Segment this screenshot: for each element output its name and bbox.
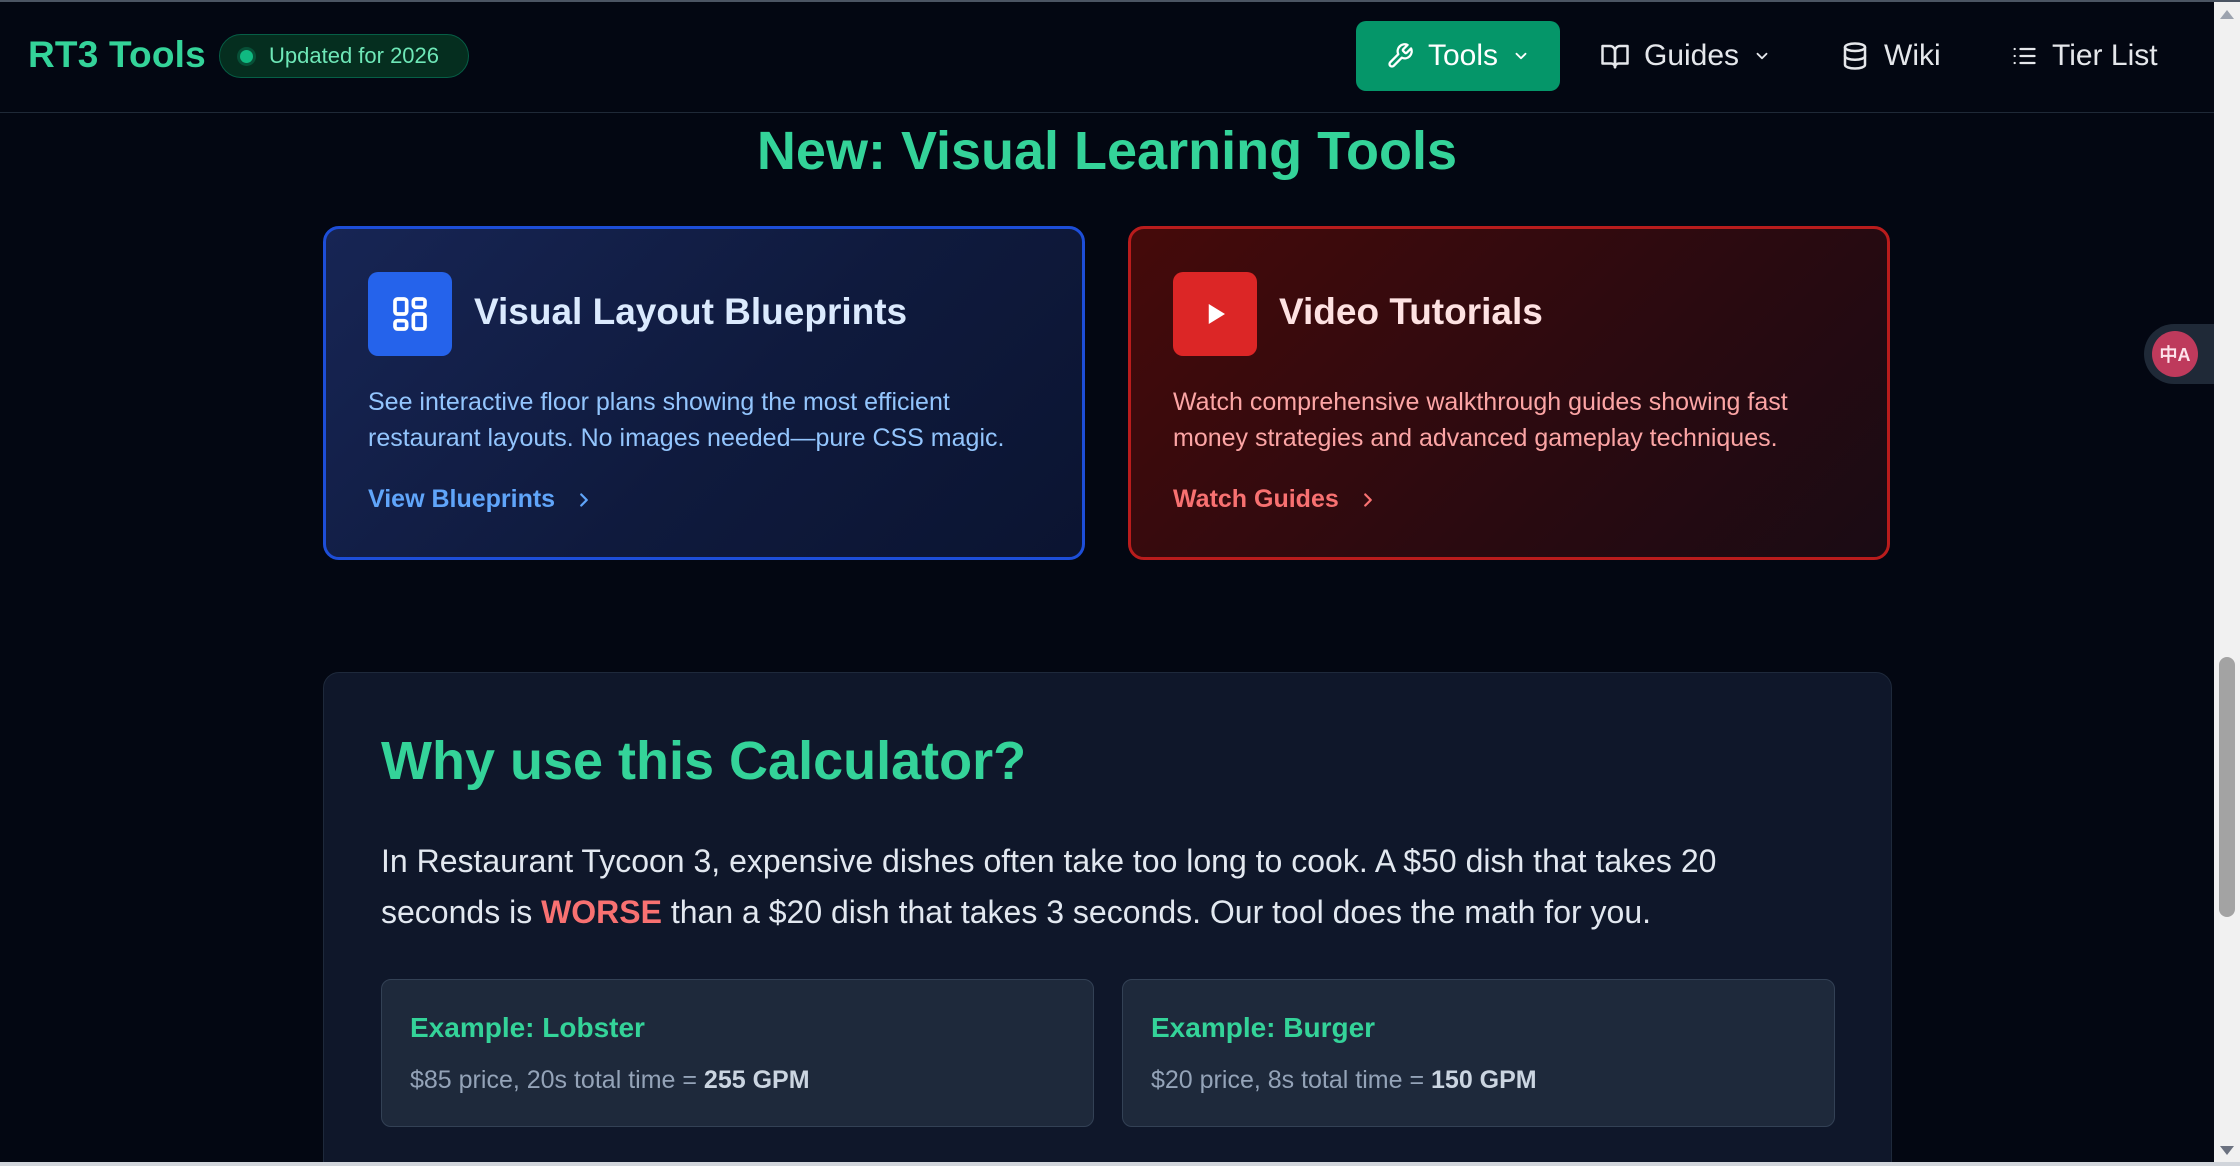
example-formula: $85 price, 20s total time = — [410, 1066, 704, 1094]
chevron-down-icon — [1756, 52, 1768, 60]
why-text-highlight: WORSE — [541, 894, 662, 930]
window-frame-bottom — [0, 1162, 2240, 1166]
translate-button[interactable]: 中A — [2144, 324, 2214, 384]
example-card-lobster: Example: Lobster $85 price, 20s total ti… — [381, 979, 1094, 1127]
updated-badge: Updated for 2026 — [219, 34, 469, 78]
video-tutorials-card[interactable]: Video Tutorials Watch comprehensive walk… — [1128, 226, 1890, 560]
nav-tier-list-link[interactable]: Tier List — [2010, 21, 2172, 91]
nav-guides-button[interactable]: Guides — [1600, 21, 1771, 91]
scroll-up-arrow-icon[interactable] — [2220, 10, 2234, 19]
chevron-down-icon — [1515, 52, 1527, 60]
example-formula: $20 price, 8s total time = — [1151, 1066, 1432, 1094]
why-calculator-text: In Restaurant Tycoon 3, expensive dishes… — [381, 836, 1841, 938]
updated-badge-label: Updated for 2026 — [269, 43, 440, 68]
book-open-icon — [1601, 44, 1629, 69]
nav-wiki-link[interactable]: Wiki — [1840, 21, 1955, 91]
nav-wiki-label: Wiki — [1884, 39, 1941, 72]
why-calculator-title: Why use this Calculator? — [381, 731, 1027, 791]
nav-tools-label: Tools — [1427, 39, 1499, 72]
watch-guides-label: Watch Guides — [1173, 485, 1339, 513]
site-header: RT3 Tools Updated for 2026 Tools Guides … — [0, 0, 2214, 113]
view-blueprints-label: View Blueprints — [368, 485, 556, 513]
why-calculator-panel: Why use this Calculator? In Restaurant T… — [323, 672, 1892, 1166]
example-title: Example: Lobster — [410, 1012, 645, 1043]
grid-icon — [368, 272, 452, 356]
example-title: Example: Burger — [1151, 1012, 1376, 1043]
list-icon — [2013, 47, 2036, 65]
nav-tier-list-label: Tier List — [2052, 39, 2158, 72]
chevron-right-icon — [1363, 492, 1372, 507]
video-tutorials-card-description: Watch comprehensive walkthrough guides s… — [1173, 388, 1788, 452]
watch-guides-link[interactable]: Watch Guides — [1173, 485, 1379, 514]
view-blueprints-link[interactable]: View Blueprints — [368, 485, 595, 514]
brand-logo[interactable]: RT3 Tools — [28, 34, 206, 76]
database-icon — [1843, 42, 1867, 70]
nav-tools-button[interactable]: Tools — [1356, 21, 1560, 91]
example-card-burger: Example: Burger $20 price, 8s total time… — [1122, 979, 1835, 1127]
wrench-icon — [1388, 43, 1413, 68]
scroll-down-arrow-icon[interactable] — [2220, 1146, 2234, 1155]
example-text: $20 price, 8s total time = 150 GPM — [1151, 1066, 1537, 1095]
example-text: $85 price, 20s total time = 255 GPM — [410, 1066, 810, 1095]
blueprints-card-title: Visual Layout Blueprints — [474, 291, 908, 332]
why-text-after: than a $20 dish that takes 3 seconds. Ou… — [661, 894, 1652, 930]
window-frame-top — [0, 0, 2240, 2]
video-tutorials-card-title: Video Tutorials — [1279, 291, 1543, 332]
translate-icon: 中A — [2152, 331, 2198, 377]
section-title: New: Visual Learning Tools — [756, 121, 1458, 181]
chevron-right-icon — [580, 492, 588, 507]
status-dot-icon — [240, 49, 253, 63]
play-icon — [1173, 272, 1257, 356]
scrollbar-thumb[interactable] — [2219, 657, 2235, 917]
page-scrollbar[interactable] — [2214, 2, 2240, 1162]
blueprints-card[interactable]: Visual Layout Blueprints See interactive… — [323, 226, 1085, 560]
blueprints-card-description: See interactive floor plans showing the … — [368, 388, 1005, 452]
example-result: 150 GPM — [1431, 1066, 1537, 1094]
example-result: 255 GPM — [703, 1066, 810, 1094]
nav-guides-label: Guides — [1644, 39, 1740, 72]
